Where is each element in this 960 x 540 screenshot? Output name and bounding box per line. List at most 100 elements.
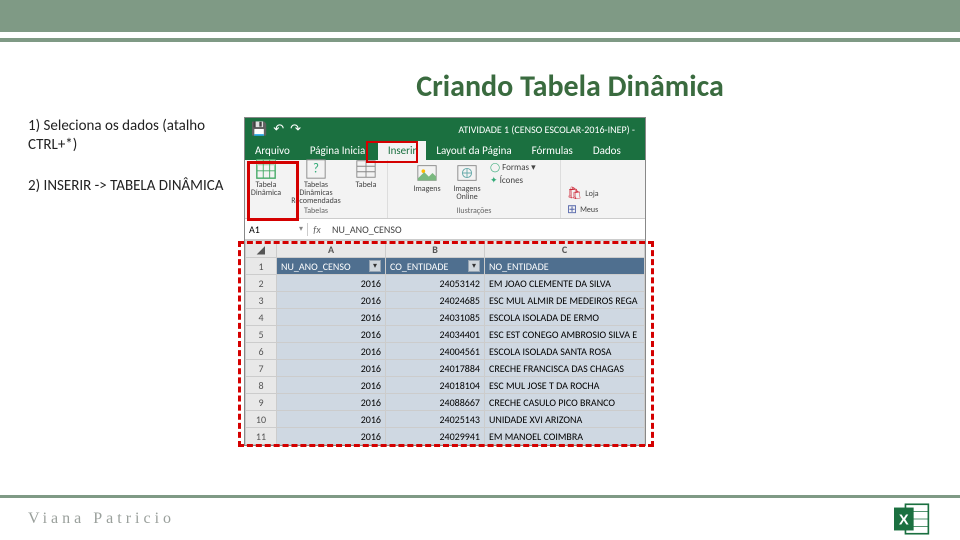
tab-inserir[interactable]: Inserir	[378, 141, 427, 160]
row-header[interactable]: 11	[246, 428, 277, 445]
cell-code[interactable]: 24053142	[386, 275, 485, 292]
table-row[interactable]: 11201624029941EM MANOEL COIMBRA	[246, 428, 645, 445]
online-images-button[interactable]: Imagens Online	[450, 162, 484, 201]
table-button[interactable]: Tabela	[349, 158, 383, 189]
slide-title: Criando Tabela Dinâmica	[180, 42, 960, 117]
cell-code[interactable]: 24024685	[386, 292, 485, 309]
table-row[interactable]: 5201624034401ESC EST CONEGO AMBROSIO SIL…	[246, 326, 645, 343]
ribbon-group-tabelas: Tabela Dinâmica ? Tabelas Dinâmicas Reco…	[245, 160, 388, 218]
row-header[interactable]: 2	[246, 275, 277, 292]
col-header-a[interactable]: A	[277, 241, 386, 258]
chevron-down-icon[interactable]: ▾	[299, 224, 303, 234]
cell-entity[interactable]: ESC EST CONEGO AMBROSIO SILVA E	[485, 326, 645, 343]
table-header-cell[interactable]: NU_ANO_CENSO▾	[277, 258, 386, 275]
svg-text:X: X	[899, 513, 909, 529]
excel-logo-icon: X	[892, 501, 932, 537]
cell-code[interactable]: 24034401	[386, 326, 485, 343]
filter-dropdown-icon[interactable]: ▾	[369, 260, 381, 272]
tab-layout[interactable]: Layout da Página	[426, 141, 521, 160]
select-all-corner[interactable]: ◢	[246, 241, 277, 258]
cell-entity[interactable]: ESC MUL ALMIR DE MEDEIROS REGA	[485, 292, 645, 309]
undo-icon[interactable]: ↶	[273, 122, 284, 137]
table-row[interactable]: 8201624018104ESC MUL JOSE T DA ROCHA	[246, 377, 645, 394]
cell-code[interactable]: 24004561	[386, 343, 485, 360]
cell-entity[interactable]: UNIDADE XVI ARIZONA	[485, 411, 645, 428]
table-row[interactable]: 7201624017884CRECHE FRANCISCA DAS CHAGAS	[246, 360, 645, 377]
shapes-button[interactable]: ◯ Formas ▾ ✦ Ícones	[490, 162, 538, 187]
worksheet-grid[interactable]: ◢ A B C 1 NU_ANO_CENSO▾ CO_ENTIDADE▾ NO_…	[245, 240, 645, 445]
slide-top-bar	[0, 0, 960, 32]
formula-input[interactable]: NU_ANO_CENSO	[326, 223, 645, 236]
ribbon-body: Tabela Dinâmica ? Tabelas Dinâmicas Reco…	[245, 160, 645, 219]
cell-year[interactable]: 2016	[277, 275, 386, 292]
redo-icon[interactable]: ↷	[290, 122, 301, 137]
cell-year[interactable]: 2016	[277, 394, 386, 411]
cell-entity[interactable]: ESCOLA ISOLADA SANTA ROSA	[485, 343, 645, 360]
row-header[interactable]: 6	[246, 343, 277, 360]
cell-entity[interactable]: EM MANOEL COIMBRA	[485, 428, 645, 445]
slide-footer: Viana Patricio X	[0, 495, 960, 540]
cell-entity[interactable]: CRECHE CASULO PICO BRANCO	[485, 394, 645, 411]
tab-formulas[interactable]: Fórmulas	[522, 141, 583, 160]
cell-year[interactable]: 2016	[277, 428, 386, 445]
cell-entity[interactable]: ESCOLA ISOLADA DE ERMO	[485, 309, 645, 326]
recommended-pivot-icon: ?	[305, 158, 327, 180]
cell-year[interactable]: 2016	[277, 360, 386, 377]
table-row[interactable]: 10201624025143UNIDADE XVI ARIZONA	[246, 411, 645, 428]
table-row[interactable]: 4201624031085ESCOLA ISOLADA DE ERMO	[246, 309, 645, 326]
save-icon[interactable]: 💾	[251, 122, 267, 137]
document-title: ATIVIDADE 1 (CENSO ESCOLAR-2016-INEP) -	[458, 123, 635, 136]
cell-entity[interactable]: EM JOAO CLEMENTE DA SILVA	[485, 275, 645, 292]
row-header[interactable]: 1	[246, 258, 277, 275]
brand-name: Viana Patricio	[28, 510, 175, 528]
cell-year[interactable]: 2016	[277, 292, 386, 309]
cell-code[interactable]: 24088667	[386, 394, 485, 411]
table-icon	[355, 158, 377, 180]
fx-icon[interactable]: fx	[308, 223, 326, 236]
row-header[interactable]: 7	[246, 360, 277, 377]
formula-bar: A1 ▾ fx NU_ANO_CENSO	[245, 219, 645, 240]
pivot-table-button[interactable]: Tabela Dinâmica	[249, 158, 283, 197]
table-header-cell[interactable]: CO_ENTIDADE▾	[386, 258, 485, 275]
cell-code[interactable]: 24025143	[386, 411, 485, 428]
row-header[interactable]: 5	[246, 326, 277, 343]
table-header-cell[interactable]: NO_ENTIDADE	[485, 258, 645, 275]
cell-code[interactable]: 24031085	[386, 309, 485, 326]
excel-screenshot: 💾 ↶ ↷ ATIVIDADE 1 (CENSO ESCOLAR-2016-IN…	[244, 117, 649, 446]
row-header[interactable]: 4	[246, 309, 277, 326]
images-button[interactable]: Imagens	[410, 162, 444, 193]
store-icon: 🛍	[567, 188, 582, 200]
recommended-pivot-button[interactable]: ? Tabelas Dinâmicas Recomendadas	[289, 158, 343, 205]
col-header-b[interactable]: B	[386, 241, 485, 258]
store-button[interactable]: 🛍 Loja	[567, 188, 599, 200]
cell-year[interactable]: 2016	[277, 343, 386, 360]
ribbon-tabs: Arquivo Página Inicial Inserir Layout da…	[245, 140, 645, 160]
col-header-c[interactable]: C	[485, 241, 645, 258]
filter-dropdown-icon[interactable]: ▾	[468, 260, 480, 272]
tab-dados[interactable]: Dados	[583, 141, 631, 160]
table-row[interactable]: 9201624088667CRECHE CASULO PICO BRANCO	[246, 394, 645, 411]
cell-year[interactable]: 2016	[277, 411, 386, 428]
cell-code[interactable]: 24017884	[386, 360, 485, 377]
cell-code[interactable]: 24029941	[386, 428, 485, 445]
table-row[interactable]: 6201624004561ESCOLA ISOLADA SANTA ROSA	[246, 343, 645, 360]
addins-icon: ⊞	[567, 204, 577, 216]
cell-code[interactable]: 24018104	[386, 377, 485, 394]
ribbon-group-label-ilustracoes: Ilustrações	[457, 206, 492, 216]
row-header[interactable]: 3	[246, 292, 277, 309]
my-addins-button[interactable]: ⊞ Meus	[567, 204, 598, 216]
svg-text:?: ?	[313, 162, 319, 177]
cell-entity[interactable]: ESC MUL JOSE T DA ROCHA	[485, 377, 645, 394]
table-row[interactable]: 3201624024685ESC MUL ALMIR DE MEDEIROS R…	[246, 292, 645, 309]
ribbon-group-label-tabelas: Tabelas	[304, 206, 328, 216]
pivot-table-icon	[255, 158, 277, 180]
cell-entity[interactable]: CRECHE FRANCISCA DAS CHAGAS	[485, 360, 645, 377]
cell-year[interactable]: 2016	[277, 377, 386, 394]
cell-year[interactable]: 2016	[277, 309, 386, 326]
row-header[interactable]: 9	[246, 394, 277, 411]
row-header[interactable]: 8	[246, 377, 277, 394]
table-row[interactable]: 2201624053142EM JOAO CLEMENTE DA SILVA	[246, 275, 645, 292]
cell-year[interactable]: 2016	[277, 326, 386, 343]
row-header[interactable]: 10	[246, 411, 277, 428]
name-box[interactable]: A1 ▾	[245, 223, 308, 236]
